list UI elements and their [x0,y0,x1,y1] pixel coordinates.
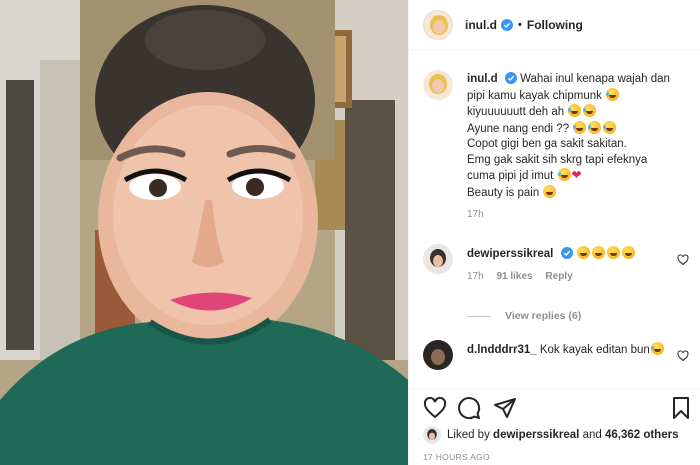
author-username[interactable]: inul.d [465,18,497,32]
liked-by: Liked by dewiperssikreal and 46,362 othe… [423,426,678,444]
view-replies-button[interactable]: View replies (6) [467,310,581,322]
caption-line: Emg gak sakit sih skrg tapi efeknya cuma… [467,153,648,183]
rofl-emoji-icon [650,342,664,355]
avatar-image [423,340,453,370]
caption-line: Beauty is pain [467,186,540,199]
likes-count[interactable]: 46,362 others [605,429,679,441]
caption-text: inul.d Wahai inul kenapa wajah dan pipi … [467,72,677,223]
comment-likes[interactable]: 91 likes [496,271,532,282]
rofl-emoji-icon [583,104,597,117]
caption-line: Wahai inul kenapa wajah dan pipi kamu ka… [467,73,670,102]
heart-eyes-emoji-icon [543,184,557,198]
post-timestamp[interactable]: 17 HOURS AGO [423,452,490,462]
rofl-emoji-icon [557,168,571,181]
grin-sweat-emoji-icon [606,246,620,259]
grin-sweat-emoji-icon [576,246,590,259]
comment-username[interactable]: dewiperssikreal [467,248,553,260]
separator-dot: • [518,18,522,31]
verified-badge-icon [560,247,573,259]
commenter-avatar[interactable] [423,244,453,274]
comment-bubble-icon[interactable] [457,396,481,420]
avatar-image [424,10,452,39]
verified-badge-icon [501,18,513,31]
liked-by-and: and [582,429,602,441]
caption-time[interactable]: 17h [467,207,677,223]
red-heart-icon: ❤ [571,168,582,182]
action-bar [409,388,700,426]
comment-meta: 17h 91 likes Reply [467,269,677,285]
caption-line: kiyuuuuuutt deh ah [467,106,565,118]
caption-line: Ayune nang endi ?? [467,122,570,135]
post-header: inul.d • Following [409,0,700,50]
avatar-image [423,426,441,444]
caption-line: Copot gigi ben ga sakit sakitan. [467,138,627,150]
liker-avatar[interactable] [423,426,441,444]
rofl-emoji-icon [603,120,617,134]
rofl-emoji-icon [573,120,587,134]
heart-outline-icon[interactable] [423,396,447,420]
rofl-emoji-icon [568,104,582,117]
avatar-image [423,70,453,100]
comment-time[interactable]: 17h [467,271,484,282]
comment-text: d.lndddrr31_ Kok kayak editan bun [467,342,677,359]
post-side-panel: inul.d • Following inul.d Wahai inul ken… [408,0,700,465]
post-photo[interactable] [0,0,408,465]
caption-avatar[interactable] [423,70,453,100]
verified-badge-icon [504,72,517,84]
reply-button[interactable]: Reply [545,271,572,282]
selfie-image [0,0,408,465]
paper-plane-icon[interactable] [493,396,517,420]
author-avatar[interactable] [423,9,453,40]
comment-text: dewiperssikreal 17h 91 likes Reply [467,246,677,284]
rofl-emoji-icon [606,87,620,101]
comment-like-heart-icon[interactable] [677,254,689,266]
caption-username[interactable]: inul.d [467,73,498,85]
bookmark-icon[interactable] [669,396,693,420]
following-button[interactable]: Following [527,18,583,32]
comment-body: Kok kayak editan bun [539,344,650,356]
liked-by-prefix: Liked by [447,429,490,441]
commenter-avatar[interactable] [423,340,453,370]
rofl-emoji-icon [588,120,602,134]
grin-sweat-emoji-icon [591,246,605,259]
avatar-image [423,244,453,274]
liker-username[interactable]: dewiperssikreal [493,429,579,441]
grin-sweat-emoji-icon [621,246,635,259]
comment-like-heart-icon[interactable] [677,350,689,362]
comments-list: inul.d Wahai inul kenapa wajah dan pipi … [409,58,700,388]
comment-username[interactable]: d.lndddrr31_ [467,344,537,356]
